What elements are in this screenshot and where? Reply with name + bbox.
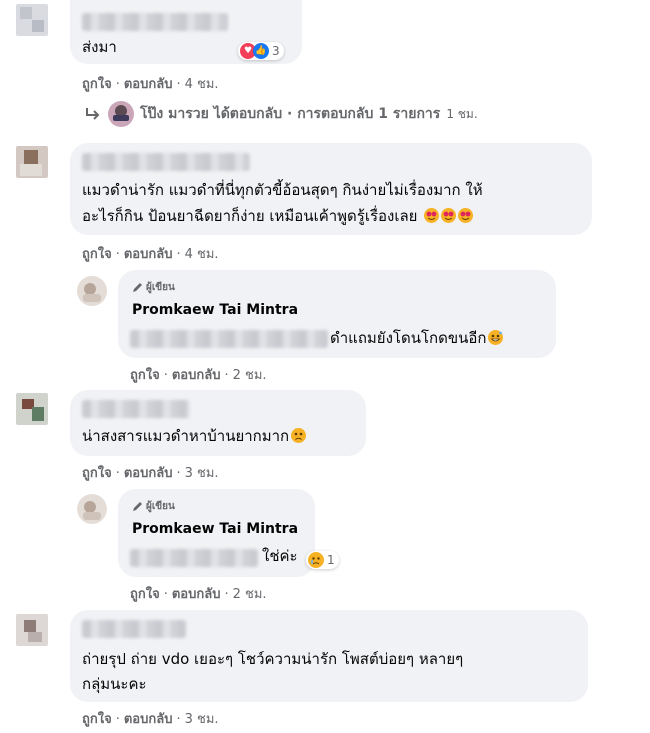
comment-actions: ถูกใจ · ตอบกลับ · 3 ชม. bbox=[82, 712, 219, 727]
comment-time[interactable]: 3 ชม. bbox=[185, 466, 219, 481]
comment-text-line1: แมวดำน่ารัก แมวดำที่นี่ทุกตัวขี้อ้อนสุดๆ… bbox=[82, 181, 483, 199]
sad-reaction-icon bbox=[308, 552, 324, 568]
reply-author-name[interactable]: Promkaew Tai Mintra bbox=[132, 302, 298, 318]
reply-time[interactable]: 2 ชม. bbox=[233, 368, 267, 383]
redacted-name[interactable] bbox=[82, 400, 190, 418]
reply-link[interactable]: ตอบกลับ bbox=[124, 247, 173, 262]
reply-bubble: ผู้เขียน Promkaew Tai Mintra ดำแถมยังโดน… bbox=[118, 270, 556, 358]
commenter-avatar[interactable] bbox=[16, 146, 48, 178]
comment-text: ส่งมา bbox=[82, 38, 117, 56]
reply-arrow-icon bbox=[86, 108, 100, 120]
reply-author-name[interactable]: Promkaew Tai Mintra bbox=[132, 521, 298, 537]
comment-text-line1: ถ่ายรุป ถ่าย vdo เยอะๆ โชว์ความน่ารัก โพ… bbox=[82, 650, 464, 668]
redacted-name[interactable] bbox=[82, 153, 250, 171]
author-avatar[interactable] bbox=[77, 276, 107, 306]
reply-actions: ถูกใจ · ตอบกลับ · 2 ชม. bbox=[130, 587, 267, 602]
sad-face-emoji bbox=[291, 428, 307, 443]
comment-time[interactable]: 4 ชม. bbox=[185, 247, 219, 262]
comment-time[interactable]: 4 ชม. bbox=[185, 77, 219, 92]
commenter-avatar[interactable] bbox=[16, 4, 48, 36]
comment-text-line2: อะไรก็กิน ป้อนยาฉีดยาก็ง่าย เหมือนเค้าพู… bbox=[82, 203, 474, 229]
grinning-sweat-emoji bbox=[488, 330, 504, 345]
reply-link[interactable]: ตอบกลับ bbox=[124, 77, 173, 92]
like-reaction-icon: 👍 bbox=[253, 43, 269, 59]
comment-bubble: ถ่ายรุป ถ่าย vdo เยอะๆ โชว์ความน่ารัก โพ… bbox=[70, 610, 588, 702]
comment-bubble: น่าสงสารแมวดำหาบ้านยากมาก bbox=[70, 390, 366, 456]
heart-eyes-emoji bbox=[458, 208, 474, 223]
view-replies-link[interactable]: โป๊ง มารวย ได้ตอบกลับ · การตอบกลับ 1 ราย… bbox=[84, 101, 478, 127]
heart-eyes-emoji bbox=[441, 208, 457, 223]
author-avatar[interactable] bbox=[77, 494, 107, 524]
reply-bubble: ผู้เขียน Promkaew Tai Mintra ใช่ค่ะ bbox=[118, 489, 315, 577]
reply-link[interactable]: ตอบกลับ bbox=[124, 466, 173, 481]
reply-link[interactable]: ตอบกลับ bbox=[124, 712, 173, 727]
author-badge: ผู้เขียน bbox=[132, 280, 175, 295]
commenter-avatar[interactable] bbox=[16, 393, 48, 425]
redacted-text bbox=[130, 330, 328, 348]
like-link[interactable]: ถูกใจ bbox=[82, 712, 112, 727]
like-link[interactable]: ถูกใจ bbox=[82, 77, 112, 92]
redacted-text bbox=[130, 549, 258, 567]
redacted-name[interactable] bbox=[82, 620, 186, 638]
comment-actions: ถูกใจ · ตอบกลับ · 4 ชม. bbox=[82, 247, 219, 262]
comment-actions: ถูกใจ · ตอบกลับ · 4 ชม. bbox=[82, 77, 219, 92]
comment-time[interactable]: 3 ชม. bbox=[185, 712, 219, 727]
reply-actions: ถูกใจ · ตอบกลับ · 2 ชม. bbox=[130, 368, 267, 383]
like-link[interactable]: ถูกใจ bbox=[130, 368, 160, 383]
reaction-count: 3 bbox=[272, 44, 280, 58]
reaction-count: 1 bbox=[327, 553, 335, 567]
pencil-icon bbox=[133, 502, 142, 511]
commenter-avatar[interactable] bbox=[16, 614, 48, 646]
replier-avatar bbox=[108, 101, 134, 127]
like-link[interactable]: ถูกใจ bbox=[82, 466, 112, 481]
like-link[interactable]: ถูกใจ bbox=[82, 247, 112, 262]
comment-actions: ถูกใจ · ตอบกลับ · 3 ชม. bbox=[82, 466, 219, 481]
redacted-name[interactable] bbox=[82, 13, 228, 31]
comment-text-line2: กลุ่มนะคะ bbox=[82, 675, 147, 693]
reply-summary-text: โป๊ง มารวย ได้ตอบกลับ · การตอบกลับ 1 ราย… bbox=[140, 106, 441, 122]
heart-eyes-emoji bbox=[424, 208, 440, 223]
author-badge: ผู้เขียน bbox=[132, 499, 175, 514]
reply-text: ดำแถมยังโดนโกดขนอีก bbox=[330, 325, 504, 351]
comment-text: น่าสงสารแมวดำหาบ้านยากมาก bbox=[82, 423, 307, 449]
pencil-icon bbox=[133, 283, 142, 292]
reaction-summary[interactable]: 1 bbox=[306, 551, 339, 569]
reply-link[interactable]: ตอบกลับ bbox=[172, 587, 221, 602]
like-link[interactable]: ถูกใจ bbox=[130, 587, 160, 602]
reply-time[interactable]: 2 ชม. bbox=[233, 587, 267, 602]
comment-bubble: แมวดำน่ารัก แมวดำที่นี่ทุกตัวขี้อ้อนสุดๆ… bbox=[70, 143, 592, 235]
reaction-summary[interactable]: ♥ 👍 3 bbox=[238, 42, 284, 60]
reply-link[interactable]: ตอบกลับ bbox=[172, 368, 221, 383]
reply-summary-time: 1 ชม. bbox=[446, 106, 478, 121]
reply-text: ใช่ค่ะ bbox=[262, 547, 298, 565]
